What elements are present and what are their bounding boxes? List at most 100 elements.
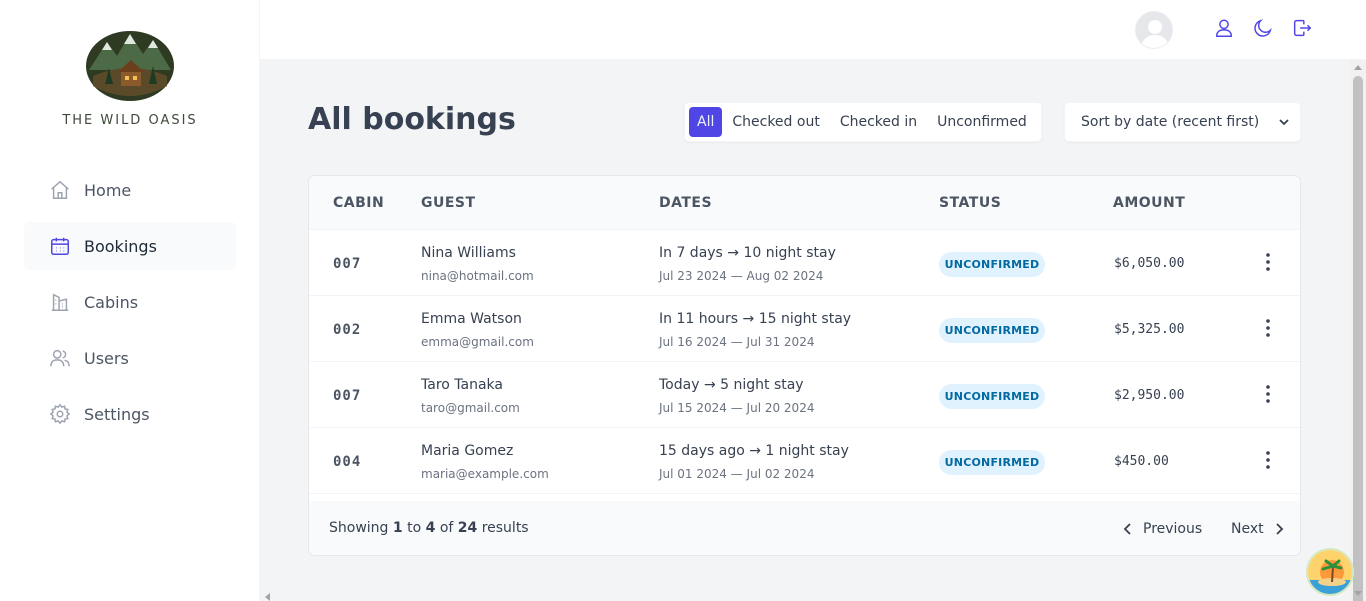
scroll-up-arrow-icon[interactable] (1354, 65, 1362, 70)
cabin-number: 007 (333, 256, 362, 272)
status-badge: UNCONFIRMED (939, 384, 1045, 409)
stay-summary: In 7 days → 10 night stay (659, 245, 836, 261)
guest-name: Taro Tanaka (421, 377, 503, 393)
previous-page-button[interactable]: Previous (1121, 517, 1202, 541)
table-row: 004 Maria Gomez maria@example.com 15 day… (309, 428, 1300, 494)
stay-summary: 15 days ago → 1 night stay (659, 443, 849, 459)
sort-select[interactable]: Sort by date (recent first) (1064, 102, 1301, 142)
scroll-down-arrow-icon[interactable] (1354, 591, 1362, 596)
cabin-number: 002 (333, 322, 362, 338)
table-header: CABIN GUEST DATES STATUS AMOUNT (309, 176, 1300, 230)
guest-name: Nina Williams (421, 245, 516, 261)
floating-assistant-button[interactable] (1306, 548, 1354, 596)
scroll-left-arrow-icon[interactable] (265, 593, 270, 601)
booking-amount: $5,325.00 (1114, 322, 1185, 337)
logo[interactable] (85, 30, 175, 102)
sidebar-item-cabins[interactable]: Cabins (24, 278, 236, 326)
filter-checked-out[interactable]: Checked out (722, 107, 829, 137)
user-icon (1213, 17, 1235, 43)
of-label: of (439, 520, 454, 536)
next-label: Next (1231, 521, 1264, 537)
sidebar-item-home[interactable]: Home (24, 166, 236, 214)
bookings-table: CABIN GUEST DATES STATUS AMOUNT 007 Nina… (308, 175, 1301, 556)
booking-amount: $6,050.00 (1114, 256, 1185, 271)
sidebar-item-bookings[interactable]: Bookings (24, 222, 236, 270)
to-label: to (407, 520, 422, 536)
sidebar: THE WILD OASIS Home Bookings Cabins User… (0, 0, 260, 601)
guest-name: Maria Gomez (421, 443, 514, 459)
stay-summary: Today → 5 night stay (659, 377, 804, 393)
previous-label: Previous (1143, 521, 1203, 537)
logout-button[interactable] (1290, 18, 1314, 42)
table-footer: Showing 1 to 4 of 24 results Previous Ne… (309, 501, 1300, 555)
date-range: Jul 01 2024 — Jul 02 2024 (659, 467, 815, 481)
more-vertical-icon (1266, 253, 1270, 275)
column-header-amount: AMOUNT (1113, 195, 1186, 211)
sidebar-item-label: Bookings (84, 236, 157, 256)
row-menu-button[interactable] (1257, 384, 1279, 408)
top-header (260, 0, 1366, 60)
sidebar-item-label: Cabins (84, 292, 139, 312)
vertical-scrollbar[interactable] (1350, 60, 1366, 601)
table-row: 002 Emma Watson emma@gmail.com In 11 hou… (309, 296, 1300, 362)
guest-email: emma@gmail.com (421, 335, 534, 349)
row-menu-button[interactable] (1257, 318, 1279, 342)
stay-summary: In 11 hours → 15 night stay (659, 311, 852, 327)
guest-name: Emma Watson (421, 311, 522, 327)
cabins-icon (48, 290, 72, 314)
booking-amount: $2,950.00 (1114, 388, 1185, 403)
table-row: 007 Nina Williams nina@hotmail.com In 7 … (309, 230, 1300, 296)
guest-email: maria@example.com (421, 467, 549, 481)
sidebar-item-label: Home (84, 180, 132, 200)
cabin-number: 004 (333, 454, 362, 470)
date-range: Jul 23 2024 — Aug 02 2024 (659, 269, 824, 283)
page-title: All bookings (308, 102, 516, 137)
more-vertical-icon (1266, 385, 1270, 407)
dark-mode-toggle[interactable] (1251, 18, 1275, 42)
range-end: 4 (425, 520, 436, 536)
account-button[interactable] (1212, 18, 1236, 42)
sidebar-item-label: Settings (84, 404, 150, 424)
row-menu-button[interactable] (1257, 450, 1279, 474)
filter-checked-in[interactable]: Checked in (830, 107, 927, 137)
table-row: 007 Taro Tanaka taro@gmail.com Today → 5… (309, 362, 1300, 428)
chevron-down-icon (1278, 116, 1290, 128)
status-filter: All Checked out Checked in Unconfirmed (684, 102, 1042, 142)
column-header-cabin: CABIN (333, 195, 385, 211)
more-vertical-icon (1266, 319, 1270, 341)
brand-name: THE WILD OASIS (62, 113, 198, 128)
guest-email: taro@gmail.com (421, 401, 520, 415)
home-icon (48, 178, 72, 202)
sidebar-item-settings[interactable]: Settings (24, 390, 236, 438)
chevron-right-icon (1272, 522, 1286, 536)
next-page-button[interactable]: Next (1231, 517, 1286, 541)
range-start: 1 (392, 520, 403, 536)
cabin-number: 007 (333, 388, 362, 404)
filter-all[interactable]: All (689, 107, 723, 137)
scroll-thumb[interactable] (1353, 76, 1363, 601)
gear-icon (48, 402, 72, 426)
row-menu-button[interactable] (1257, 252, 1279, 276)
total-results: 24 (457, 520, 478, 536)
status-badge: UNCONFIRMED (939, 252, 1045, 277)
sort-selected-value: Sort by date (recent first) (1081, 114, 1260, 130)
date-range: Jul 16 2024 — Jul 31 2024 (659, 335, 815, 349)
status-badge: UNCONFIRMED (939, 318, 1045, 343)
column-header-guest: GUEST (421, 195, 476, 211)
status-badge: UNCONFIRMED (939, 450, 1045, 475)
showing-label: Showing (329, 520, 389, 536)
calendar-icon (48, 234, 72, 258)
guest-email: nina@hotmail.com (421, 269, 534, 283)
avatar[interactable] (1135, 11, 1173, 49)
logout-icon (1291, 17, 1313, 43)
users-icon (48, 346, 72, 370)
column-header-dates: DATES (659, 195, 713, 211)
filter-unconfirmed[interactable]: Unconfirmed (927, 107, 1037, 137)
sidebar-item-users[interactable]: Users (24, 334, 236, 382)
sidebar-nav: Home Bookings Cabins Users Settings (24, 166, 236, 446)
booking-amount: $450.00 (1114, 454, 1169, 469)
results-label: results (481, 520, 529, 536)
sidebar-item-label: Users (84, 348, 129, 368)
pagination-summary: Showing 1 to 4 of 24 results (329, 520, 529, 536)
island-icon (1308, 550, 1352, 594)
